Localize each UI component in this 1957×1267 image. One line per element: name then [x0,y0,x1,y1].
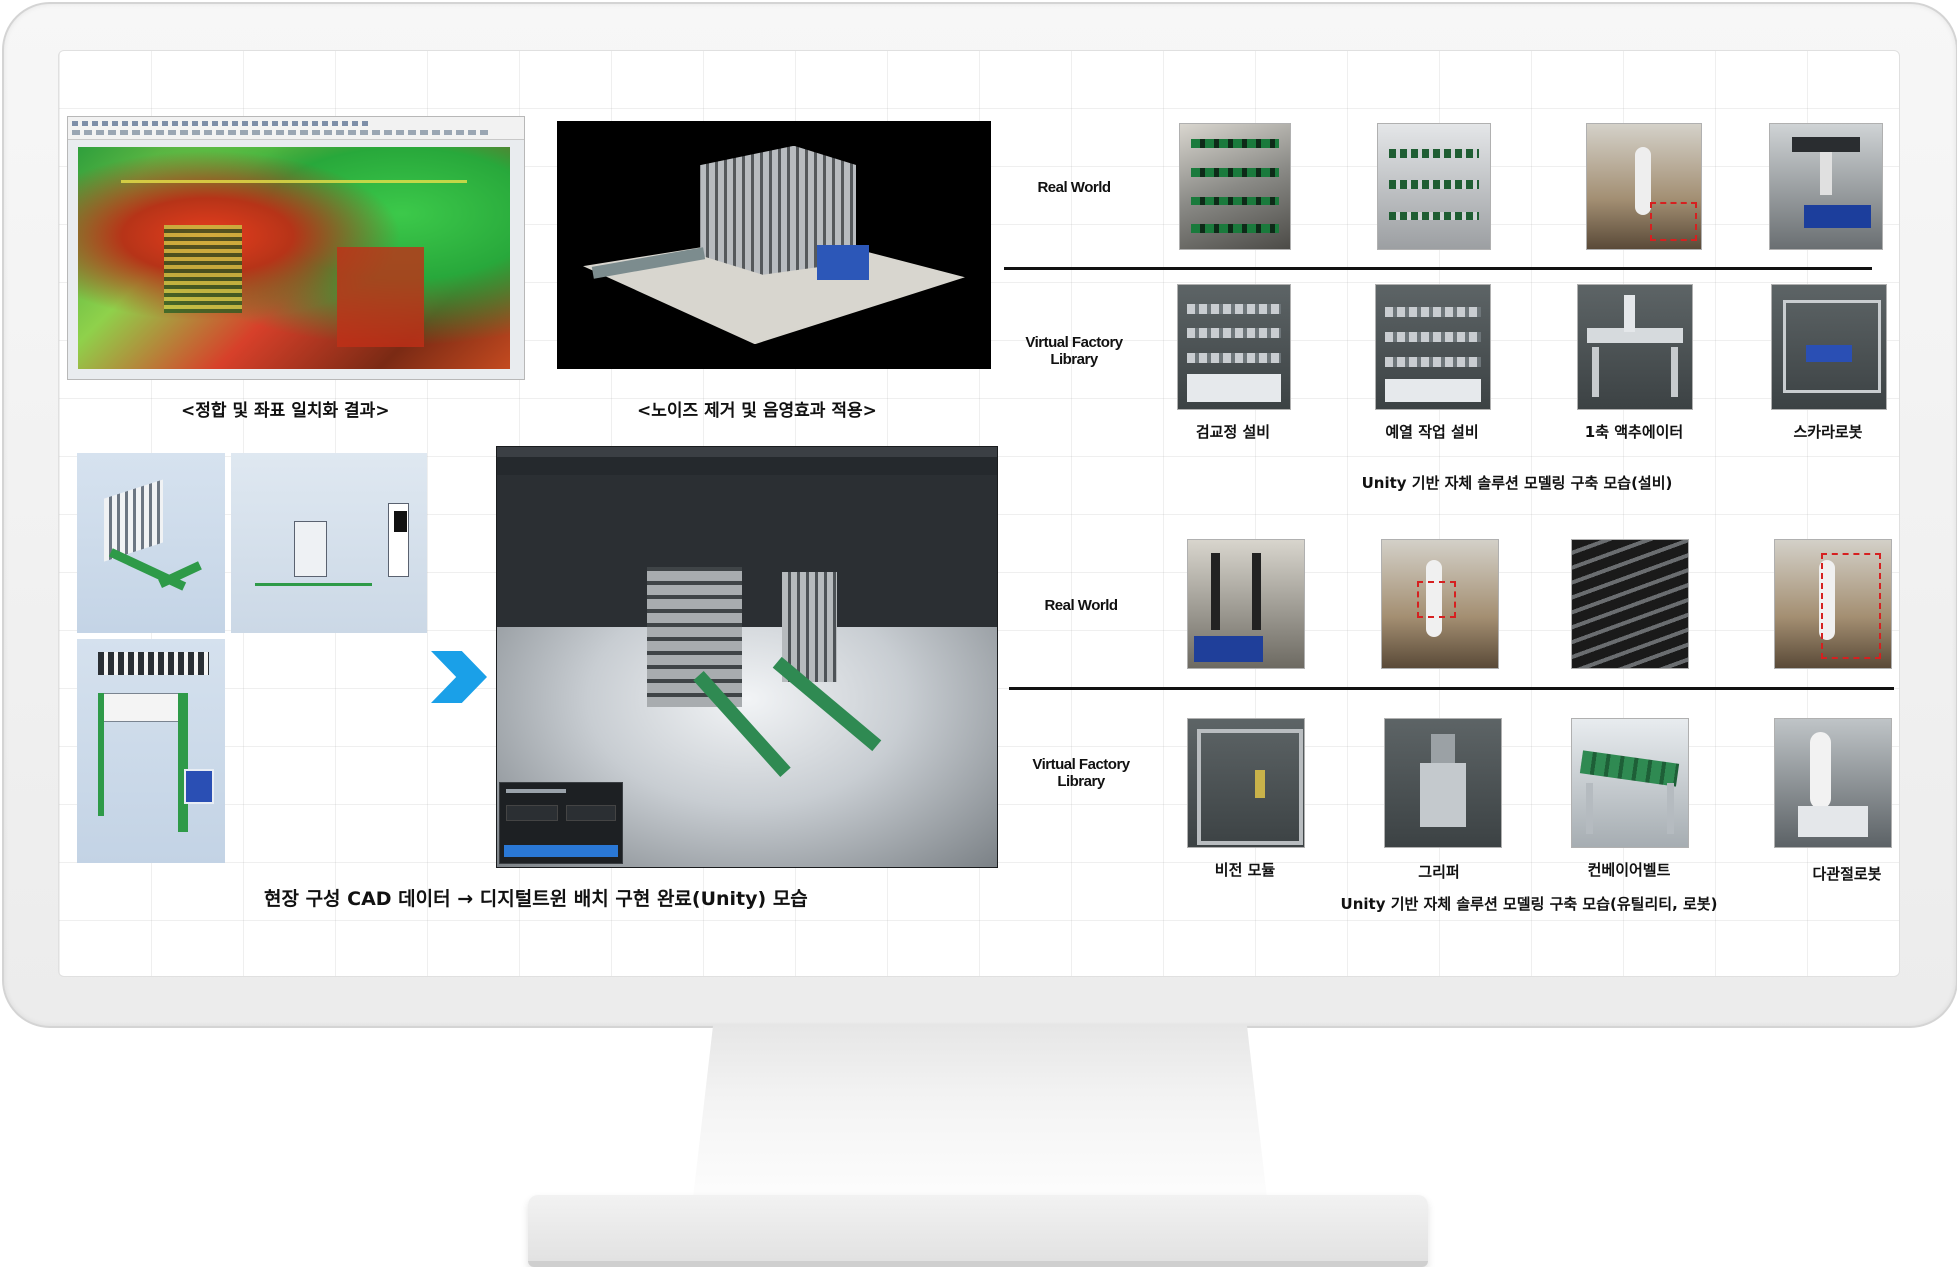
facility-library-model-4 [1771,284,1887,410]
monitor-neck [690,1024,1270,1224]
utility-real-photo-3 [1571,539,1689,669]
module-settings-panel[interactable] [499,782,623,864]
utility-library-model-4 [1774,718,1892,848]
facility-item-4-label: 스카라로봇 [1793,423,1863,441]
monitor-screen: <정합 및 좌표 일치화 결과> <노이즈 제거 및 음영효과 적용> 현장 구… [58,50,1900,977]
facility-library-model-3 [1577,284,1693,410]
cad-view-top [77,639,225,863]
point-cloud-view [78,147,510,369]
utility-real-photo-1 [1187,539,1305,669]
unity-toolbar [497,447,997,457]
utility-library-label: Virtual Factory Library [1032,756,1130,790]
cad-to-unity-caption: 현장 구성 CAD 데이터 → 디지털트윈 배치 구현 완료(Unity) 모습 [264,888,808,910]
facility-library-model-2 [1375,284,1491,410]
cad-view-isometric [77,453,225,633]
facility-real-photo-3 [1586,123,1702,250]
utility-caption: Unity 기반 자체 솔루션 모델링 구축 모습(유틸리티, 로봇) [1340,895,1718,913]
noise-removed-render [557,121,991,369]
noise-removal-caption: <노이즈 제거 및 음영효과 적용> [637,401,877,421]
facility-divider [1004,267,1872,270]
utility-library-model-1 [1187,718,1305,848]
utility-library-model-2 [1384,718,1502,848]
utility-real-photo-4 [1774,539,1892,669]
utility-real-world-label: Real World [1044,597,1118,614]
facility-item-1-label: 검교정 설비 [1195,423,1271,441]
monitor-base [528,1195,1428,1267]
facility-real-world-label: Real World [1037,179,1111,196]
app-toolbar [68,117,524,140]
utility-item-3-label: 컨베이어벨트 [1587,861,1671,879]
utility-item-4-label: 다관절로봇 [1812,865,1882,883]
facility-real-photo-2 [1377,123,1491,250]
connect-button[interactable] [504,845,618,857]
facility-caption: Unity 기반 자체 솔루션 모델링 구축 모습(설비) [1361,474,1673,492]
scan-result-caption: <정합 및 좌표 일치화 결과> [181,401,390,421]
unity-tab-bar [497,457,997,475]
utility-item-1-label: 비전 모듈 [1214,861,1276,879]
facility-real-photo-4 [1769,123,1883,250]
facility-real-photo-1 [1179,123,1291,250]
utility-divider [1009,687,1894,690]
facility-item-2-label: 예열 작업 설비 [1385,423,1479,441]
unity-scene-window [496,446,998,868]
scan-result-window [67,116,525,380]
unity-rack-left [647,567,742,707]
facility-library-model-1 [1177,284,1291,410]
utility-item-2-label: 그리퍼 [1418,863,1460,881]
utility-library-model-3 [1571,718,1689,848]
cad-view-front [231,453,427,633]
facility-library-label: Virtual Factory Library [1025,334,1123,368]
utility-real-photo-2 [1381,539,1499,669]
facility-item-3-label: 1축 액추에이터 [1584,423,1684,441]
